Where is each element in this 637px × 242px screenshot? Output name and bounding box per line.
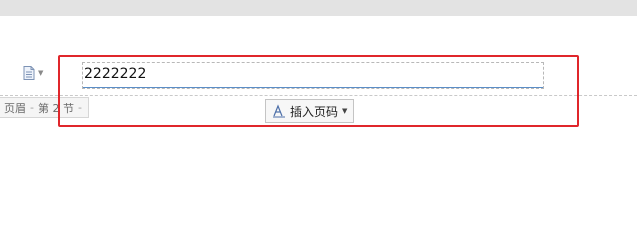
chevron-down-icon: ▼	[38, 69, 44, 77]
header-tag-label: 页眉	[4, 101, 26, 115]
highlight-annotation	[58, 55, 579, 127]
document-icon	[23, 66, 35, 80]
document-options[interactable]: ▼	[23, 65, 51, 81]
window-top-strip	[0, 0, 637, 16]
tag-separator: -	[30, 101, 34, 114]
